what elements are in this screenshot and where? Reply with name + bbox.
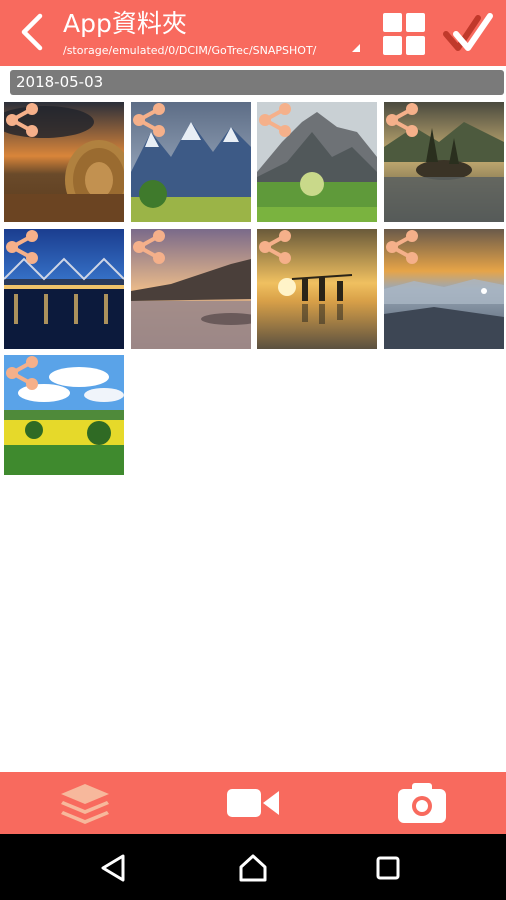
system-back-button[interactable] (93, 848, 133, 888)
share-icon[interactable] (384, 102, 422, 138)
path-dropdown-icon[interactable] (352, 44, 360, 52)
photo-thumbnail[interactable] (384, 102, 504, 222)
home-icon (239, 854, 267, 882)
camera-button[interactable] (392, 780, 452, 826)
photo-thumbnail[interactable] (4, 102, 124, 222)
photo-thumbnail[interactable] (257, 229, 377, 349)
grid-view-icon (383, 13, 425, 55)
share-icon[interactable] (4, 229, 42, 265)
video-record-button[interactable] (223, 780, 283, 826)
bottom-action-bar (0, 772, 506, 834)
layers-icon (61, 784, 109, 824)
share-icon[interactable] (4, 355, 42, 391)
back-triangle-icon (101, 854, 125, 882)
back-button[interactable] (12, 10, 52, 54)
share-icon[interactable] (131, 229, 169, 265)
share-icon[interactable] (4, 102, 42, 138)
photo-thumbnail[interactable] (4, 229, 124, 349)
date-group-header: 2018-05-03 (10, 70, 504, 95)
share-icon[interactable] (384, 229, 422, 265)
chevron-left-icon (21, 13, 43, 51)
system-home-button[interactable] (233, 848, 273, 888)
share-icon[interactable] (257, 102, 295, 138)
folder-path[interactable]: /storage/emulated/0/DCIM/GoTrec/SNAPSHOT… (63, 43, 316, 59)
camera-icon (398, 783, 446, 823)
photo-thumbnail[interactable] (131, 229, 251, 349)
recents-icon (376, 856, 400, 880)
photo-thumbnail[interactable] (257, 102, 377, 222)
video-camera-icon (227, 789, 279, 817)
photo-thumbnail[interactable] (384, 229, 504, 349)
grid-view-button[interactable] (382, 12, 426, 56)
layers-button[interactable] (55, 780, 115, 826)
select-all-button[interactable] (440, 10, 496, 56)
page-title: App資料夾 (63, 9, 187, 38)
double-check-icon (443, 13, 493, 51)
photo-thumbnail[interactable] (4, 355, 124, 475)
system-nav-bar (0, 834, 506, 900)
share-icon[interactable] (131, 102, 169, 138)
photo-thumbnail[interactable] (131, 102, 251, 222)
share-icon[interactable] (257, 229, 295, 265)
app-header: App資料夾 /storage/emulated/0/DCIM/GoTrec/S… (0, 0, 506, 66)
system-recents-button[interactable] (368, 848, 408, 888)
